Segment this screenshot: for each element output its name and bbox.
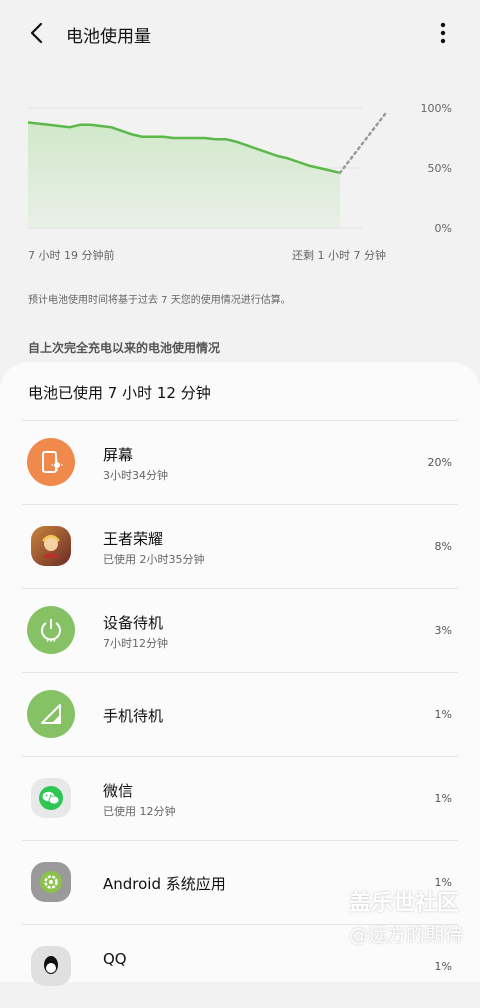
app-percent: 1% bbox=[434, 960, 452, 973]
app-usage-time: 已使用 12分钟 bbox=[103, 805, 176, 818]
app-name: Android 系统应用 bbox=[103, 875, 226, 893]
battery-projection-line bbox=[338, 111, 388, 175]
y-tick-label: 100% bbox=[421, 102, 452, 115]
wechat-app-icon bbox=[31, 778, 71, 818]
app-name: 微信 bbox=[103, 782, 134, 800]
y-tick-label: 0% bbox=[435, 222, 452, 235]
more-options-button[interactable] bbox=[430, 18, 456, 48]
y-tick-label: 50% bbox=[428, 162, 452, 175]
section-title: 自上次完全充电以来的电池使用情况 bbox=[28, 341, 221, 355]
back-button[interactable] bbox=[22, 18, 52, 48]
app-usage-time: 已使用 2小时35分钟 bbox=[103, 553, 205, 566]
x-start-label: 7 小时 19 分钟前 bbox=[28, 248, 115, 262]
x-end-label: 还剩 1 小时 7 分钟 bbox=[292, 248, 386, 262]
back-arrow-icon bbox=[30, 22, 43, 44]
app-percent: 20% bbox=[427, 456, 452, 469]
screen-brightness-icon bbox=[27, 438, 75, 486]
app-row-screen[interactable]: 屏幕 3小时34分钟 20% bbox=[0, 420, 480, 504]
app-name: 手机待机 bbox=[103, 707, 164, 725]
app-percent: 3% bbox=[434, 624, 452, 637]
cell-signal-icon bbox=[27, 690, 75, 738]
battery-usage-chart: 100% 50% 0% 7 小时 19 分钟前 还剩 1 小时 7 分钟 bbox=[0, 80, 480, 280]
power-standby-icon bbox=[27, 606, 75, 654]
battery-used-total: 电池已使用 7 小时 12 分钟 bbox=[28, 384, 211, 402]
honor-of-kings-app-icon bbox=[31, 526, 71, 566]
estimate-note: 预计电池使用时间将基于过去 7 天您的使用情况进行估算。 bbox=[28, 295, 291, 306]
watermark-community: 盖乐世社区 bbox=[349, 891, 460, 916]
app-usage-time: 7小时12分钟 bbox=[103, 637, 168, 650]
app-name: 屏幕 bbox=[103, 446, 134, 464]
qq-app-icon bbox=[31, 946, 71, 986]
app-percent: 1% bbox=[434, 792, 452, 805]
app-row-phone-standby[interactable]: 手机待机 1% bbox=[0, 672, 480, 756]
app-name: QQ bbox=[103, 950, 127, 968]
app-percent: 1% bbox=[434, 708, 452, 721]
app-name: 王者荣耀 bbox=[103, 530, 164, 548]
battery-chart-svg: 100% 50% 0% 7 小时 19 分钟前 还剩 1 小时 7 分钟 bbox=[27, 102, 452, 262]
app-usage-time: 3小时34分钟 bbox=[103, 469, 168, 482]
app-row-device-standby[interactable]: 设备待机 7小时12分钟 3% bbox=[0, 588, 480, 672]
app-bar: 电池使用量 bbox=[0, 0, 480, 66]
watermark-author: @远方的期待 bbox=[349, 924, 464, 946]
app-row-honor-of-kings[interactable]: 王者荣耀 已使用 2小时35分钟 8% bbox=[0, 504, 480, 588]
app-row-wechat[interactable]: 微信 已使用 12分钟 1% bbox=[0, 756, 480, 840]
app-name: 设备待机 bbox=[103, 614, 164, 632]
more-vertical-icon bbox=[440, 22, 446, 44]
page-title: 电池使用量 bbox=[66, 27, 151, 47]
android-system-gear-icon bbox=[31, 862, 71, 902]
app-percent: 8% bbox=[434, 540, 452, 553]
